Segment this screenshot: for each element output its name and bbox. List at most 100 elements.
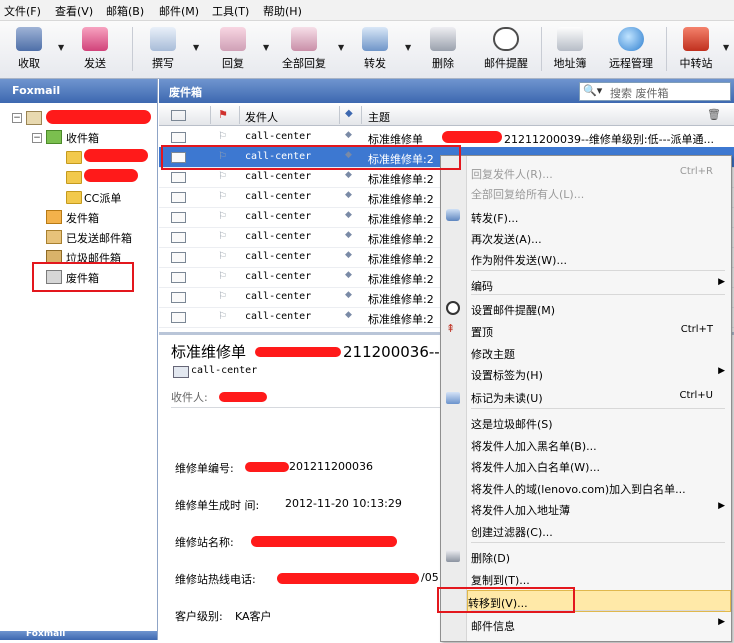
menu-mailbox[interactable]: 邮箱(B) <box>106 3 144 19</box>
preview-from[interactable]: call-center <box>191 365 257 376</box>
priority-dot-icon: ◆ <box>345 250 352 260</box>
context-menu-item[interactable]: 复制到(T)... <box>471 568 727 588</box>
flag-icon[interactable]: ⚐ <box>218 311 227 322</box>
priority-dot-icon: ◆ <box>345 170 352 180</box>
context-menu-item[interactable]: 设置标签为(H) ▶ <box>471 363 727 383</box>
submenu-arrow-icon: ▶ <box>718 366 725 376</box>
forward-button[interactable]: 转发 <box>352 23 398 75</box>
compose-dropdown-icon[interactable]: ▼ <box>193 43 199 52</box>
redacted-account-name <box>46 110 151 124</box>
hotline-label: 维修站热线电话: <box>175 573 256 586</box>
flag-icon[interactable]: ⚐ <box>218 211 227 222</box>
flag-icon[interactable]: ⚐ <box>218 271 227 282</box>
search-box[interactable]: 🔍▾ 搜索 废件箱 <box>579 82 731 101</box>
remote-manage-button[interactable]: 远程管理 <box>602 23 660 75</box>
flag-icon[interactable]: ⚐ <box>218 131 227 142</box>
reply-all-dropdown-icon[interactable]: ▼ <box>338 43 344 52</box>
message-subject-tail: 21211200039--维修单级别:低---派单通... <box>504 133 715 146</box>
context-menu-item[interactable]: 修改主题 <box>471 342 727 362</box>
context-menu-item[interactable]: 将发件人加入地址薄 ▶ <box>471 498 727 518</box>
transfer-dropdown-icon[interactable]: ▼ <box>723 43 729 52</box>
redacted-subject <box>255 347 341 357</box>
mail-reminder-button[interactable]: 邮件提醒 <box>476 23 536 75</box>
flag-icon[interactable]: ⚐ <box>218 291 227 302</box>
menu-file[interactable]: 文件(F) <box>4 3 41 19</box>
context-menu-item[interactable]: 标记为未读(U) Ctrl+U <box>471 386 727 406</box>
menu-help[interactable]: 帮助(H) <box>263 3 302 19</box>
context-menu-item[interactable]: 置顶 Ctrl+T <box>471 320 727 340</box>
account-icon <box>26 111 42 125</box>
receive-dropdown-icon[interactable]: ▼ <box>58 43 64 52</box>
menu-bar: 文件(F) 查看(V) 邮箱(B) 邮件(M) 工具(T) 帮助(H) <box>0 0 734 21</box>
context-menu-item[interactable]: 将发件人加入白名单(W)... <box>471 455 727 475</box>
flag-icon[interactable]: ⚐ <box>218 231 227 242</box>
compose-button[interactable]: 撰写 <box>140 23 186 75</box>
context-menu-item[interactable]: 这是垃圾邮件(S) <box>471 412 727 432</box>
flag-icon[interactable]: ⚐ <box>218 251 227 262</box>
context-menu-item[interactable]: 转发(F)... <box>471 206 727 226</box>
context-menu-item-label: 再次发送(A)... <box>471 233 542 246</box>
context-menu-item[interactable]: 设置邮件提醒(M) <box>471 298 727 318</box>
reply-dropdown-icon[interactable]: ▼ <box>263 43 269 52</box>
forward-dropdown-icon[interactable]: ▼ <box>405 43 411 52</box>
account-collapse-icon[interactable]: − <box>12 113 22 123</box>
message-list-header: ⚑ 发件人 ◆ 主题 🗑 <box>159 105 734 126</box>
subject-column-header[interactable]: 主题 <box>368 109 390 125</box>
transfer-station-button[interactable]: 中转站 <box>673 23 719 75</box>
context-menu-item[interactable]: 邮件信息 ▶ <box>471 614 727 634</box>
redacted-recipient <box>219 392 267 402</box>
priority-dot-icon: ◆ <box>345 270 352 280</box>
context-menu-item[interactable]: 将发件人加入黑名单(B)... <box>471 434 727 454</box>
folder-icon <box>66 191 82 204</box>
address-book-button[interactable]: 地址簿 <box>547 23 593 75</box>
context-menu-item-label: 回复发件人(R)... <box>471 168 553 181</box>
receive-button[interactable]: 收取 <box>6 23 52 75</box>
context-menu-item-shortcut: Ctrl+U <box>679 390 714 401</box>
mail-pane-title: 废件箱 <box>169 86 202 99</box>
redacted-folder-name[interactable] <box>84 149 148 162</box>
column-separator[interactable] <box>210 106 211 124</box>
context-menu-item[interactable]: 再次发送(A)... <box>471 227 727 247</box>
context-menu-item-label: 创建过滤器(C)... <box>471 526 553 539</box>
folder-outbox[interactable]: 发件箱 <box>66 210 99 226</box>
context-menu-item[interactable]: 删除(D) <box>471 546 727 566</box>
folder-cc[interactable]: CC派单 <box>84 190 121 206</box>
context-menu-item[interactable]: 编码 ▶ <box>471 274 727 294</box>
folder-inbox[interactable]: 收件箱 <box>66 130 99 146</box>
folder-sent[interactable]: 已发送邮件箱 <box>66 230 132 246</box>
trash-column-icon[interactable]: 🗑 <box>707 108 721 121</box>
envelope-icon <box>171 272 186 283</box>
reply-button[interactable]: 回复 <box>210 23 256 75</box>
priority-dot-icon: ◆ <box>345 130 352 140</box>
receive-icon <box>16 27 42 51</box>
redacted-folder-name[interactable] <box>84 169 138 182</box>
delete-button[interactable]: 删除 <box>420 23 466 75</box>
toolbar-separator <box>541 27 542 71</box>
context-menu-item[interactable]: 将发件人的域(lenovo.com)加入到白名单... <box>471 477 727 497</box>
inbox-collapse-icon[interactable]: − <box>32 133 42 143</box>
folder-pane-footer: Foxmail <box>0 630 157 640</box>
flag-column-icon[interactable]: ⚑ <box>218 108 228 121</box>
envelope-icon <box>171 192 186 203</box>
priority-column-icon[interactable]: ◆ <box>345 108 353 119</box>
column-separator[interactable] <box>339 106 340 124</box>
flag-icon[interactable]: ⚐ <box>218 191 227 202</box>
send-button[interactable]: 发送 <box>72 23 118 75</box>
sender-column-header[interactable]: 发件人 <box>245 109 278 125</box>
reply-all-button[interactable]: 全部回复 <box>274 23 334 75</box>
folder-icon <box>66 171 82 184</box>
context-menu-item[interactable]: 创建过滤器(C)... <box>471 520 727 540</box>
menu-tools[interactable]: 工具(T) <box>212 3 249 19</box>
message-subject: 标准维修单:2 <box>368 173 434 186</box>
flag-icon[interactable]: ⚐ <box>218 171 227 182</box>
menu-mail[interactable]: 邮件(M) <box>159 3 199 19</box>
column-separator[interactable] <box>239 106 240 124</box>
folder-pane: Foxmail − − 收件箱 CC派单 发件箱 已发送邮件箱 垃圾邮件箱 废件… <box>0 79 158 640</box>
column-separator[interactable] <box>361 106 362 124</box>
search-input[interactable]: 搜索 废件箱 <box>610 85 669 101</box>
envelope-column-icon[interactable] <box>171 110 186 121</box>
context-menu-item[interactable]: 作为附件发送(W)... <box>471 248 727 268</box>
envelope-icon <box>171 132 186 143</box>
menu-view[interactable]: 查看(V) <box>55 3 93 19</box>
receive-label: 收取 <box>18 57 40 70</box>
